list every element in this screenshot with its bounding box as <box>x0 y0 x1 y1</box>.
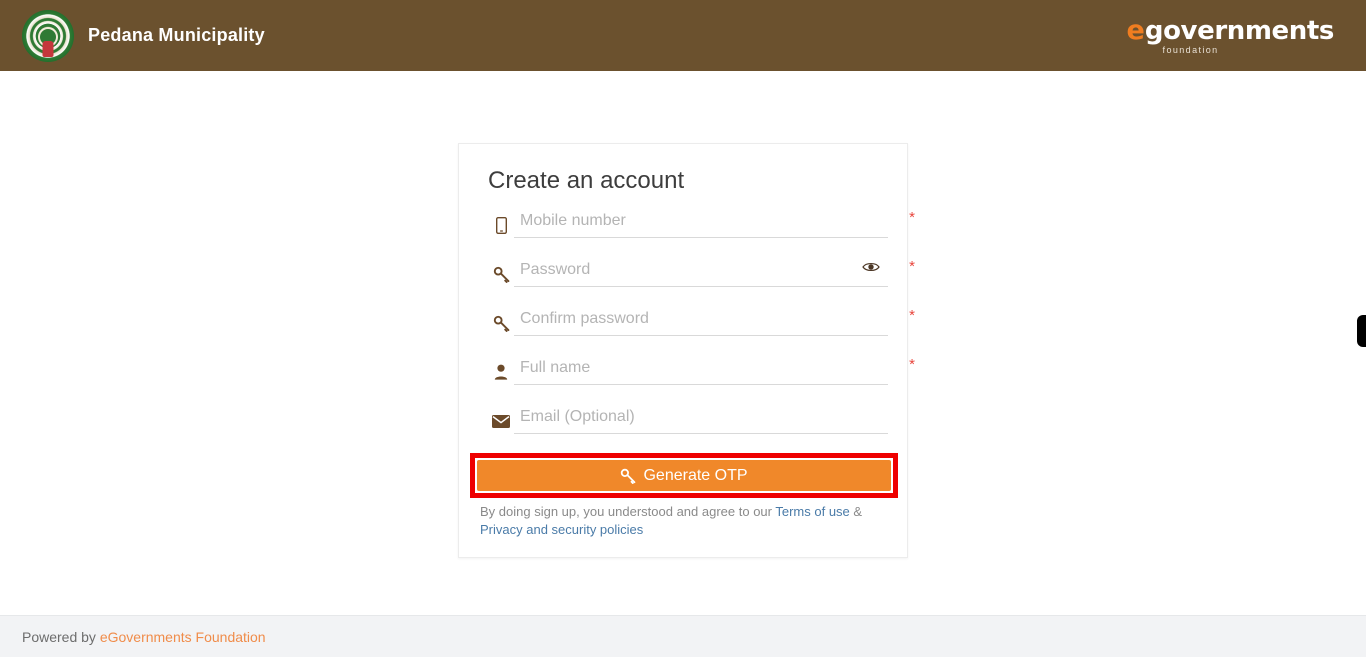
generate-otp-button[interactable]: Generate OTP <box>477 460 891 491</box>
email-input-wrap <box>514 405 888 434</box>
confirm-password-input[interactable] <box>514 307 888 336</box>
key-icon <box>488 307 514 337</box>
eye-icon[interactable] <box>862 261 880 273</box>
privacy-policy-link[interactable]: Privacy and security policies <box>480 522 643 537</box>
generate-otp-annotation: Generate OTP <box>470 453 898 498</box>
field-full-name: * <box>488 356 915 405</box>
field-password: * <box>488 258 915 307</box>
egovernments-logo: e governments foundation <box>1126 14 1335 55</box>
key-icon <box>488 258 514 288</box>
required-indicator: * <box>909 258 915 275</box>
signup-form: * * <box>488 209 915 454</box>
footer-prefix: Powered by <box>22 628 100 645</box>
key-icon <box>620 468 636 484</box>
footer-credit: Powered by eGovernments Foundation <box>22 629 266 645</box>
terms-text: By doing sign up, you understood and agr… <box>480 503 880 539</box>
password-input-wrap: * <box>514 258 915 287</box>
egovernments-logo-subtitle: foundation <box>1162 44 1219 55</box>
terms-of-use-link[interactable]: Terms of use <box>775 504 849 519</box>
generate-otp-label: Generate OTP <box>643 466 748 484</box>
confirm-password-input-wrap: * <box>514 307 915 336</box>
required-indicator: * <box>909 209 915 226</box>
mobile-number-input[interactable] <box>514 209 888 238</box>
right-edge-handle[interactable] <box>1357 315 1366 347</box>
egovernments-logo-word: governments <box>1144 15 1335 46</box>
mobile-phone-icon <box>488 209 514 239</box>
egovernments-logo-e: e <box>1126 14 1145 46</box>
full-name-input[interactable] <box>514 356 888 385</box>
mobile-number-input-wrap: * <box>514 209 915 238</box>
email-input[interactable] <box>514 405 888 434</box>
signup-card: Create an account * <box>458 143 915 558</box>
egovernments-foundation-link[interactable]: eGovernments Foundation <box>100 629 266 645</box>
egovernments-logo-wordmark: e governments <box>1126 14 1335 46</box>
terms-separator: & <box>849 504 863 519</box>
terms-prefix: By doing sign up, you understood and agr… <box>480 504 776 519</box>
password-input[interactable] <box>514 258 888 287</box>
field-confirm-password: * <box>488 307 915 356</box>
card-title: Create an account <box>488 167 685 194</box>
envelope-icon <box>488 405 514 435</box>
page-header: Pedana Municipality e governments foundat… <box>0 0 1366 71</box>
page-title: Pedana Municipality <box>88 25 265 45</box>
required-indicator: * <box>909 356 915 373</box>
brand: Pedana Municipality <box>22 9 265 62</box>
full-name-input-wrap: * <box>514 356 915 385</box>
field-email <box>488 405 888 454</box>
person-icon <box>488 356 514 386</box>
page-footer: Powered by eGovernments Foundation <box>0 615 1366 657</box>
field-mobile-number: * <box>488 209 915 258</box>
required-indicator: * <box>909 307 915 324</box>
andhra-pradesh-state-emblem-icon <box>22 9 74 62</box>
page-root: Pedana Municipality e governments foundat… <box>0 0 1366 657</box>
